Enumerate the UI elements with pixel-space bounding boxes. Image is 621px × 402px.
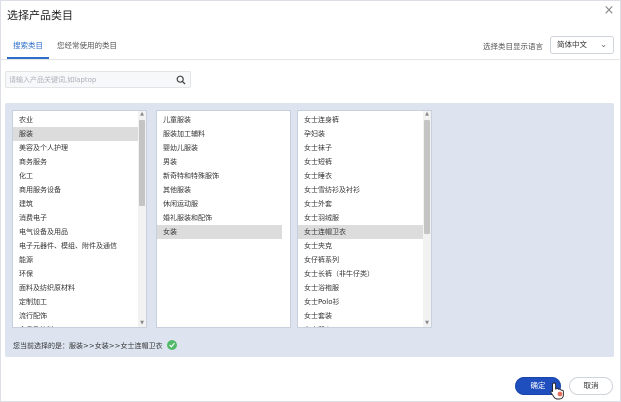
list-item[interactable]: 建筑 <box>13 197 138 211</box>
tab-bar: 搜索类目 您经常使用的类目 <box>7 39 125 59</box>
category-dialog: 选择产品类目 × 搜索类目 您经常使用的类目 选择类目显示语言 简体中文 ⌄ 农… <box>0 0 621 402</box>
tab-search-category[interactable]: 搜索类目 <box>7 39 49 59</box>
scrollbar[interactable]: ▲ ▼ <box>423 111 431 327</box>
list-item[interactable]: 电气设备及用品 <box>13 225 138 239</box>
list-item[interactable]: 女士连帽卫衣 <box>298 225 423 239</box>
list-item[interactable]: 新奇特和特殊服饰 <box>157 169 282 183</box>
list-item[interactable]: 女士连身裤 <box>298 113 423 127</box>
search-box <box>5 71 191 88</box>
list-item[interactable]: 孕妇装 <box>298 127 423 141</box>
list-item[interactable]: 消费电子 <box>13 211 138 225</box>
language-select[interactable]: 简体中文 ⌄ <box>550 36 614 54</box>
list-item[interactable]: 女士雪纺衫及衬衫 <box>298 183 423 197</box>
list-item[interactable]: 流行配饰 <box>13 309 138 323</box>
list-item[interactable]: 女士睡衣 <box>298 169 423 183</box>
scrollbar[interactable]: ▲ ▼ <box>138 111 146 327</box>
list-item[interactable]: 女士套装 <box>298 309 423 323</box>
scroll-thumb[interactable] <box>139 120 145 206</box>
list-item[interactable]: 定制加工 <box>13 295 138 309</box>
list-item[interactable]: 女士夹克 <box>298 239 423 253</box>
category-items-level2: 儿童服装 服装加工辅料 婴幼儿服装 男装 新奇特和特殊服饰 其他服装 休闲运动服 婚礼服装和配… <box>157 111 290 239</box>
category-list-level1[interactable]: 农业 服装 美容及个人护理 商务服务 化工 商用服务设备 建筑 消费电子 电气设备及用品 电子元器… <box>12 110 147 328</box>
list-item[interactable]: 休闲运动服 <box>157 197 282 211</box>
current-selection-path: 服装>>女装>>女士连帽卫衣 <box>69 342 163 350</box>
list-item[interactable]: 面料及纺织原材料 <box>13 281 138 295</box>
scroll-up-icon[interactable]: ▲ <box>138 111 146 118</box>
list-item[interactable]: 农业 <box>13 113 138 127</box>
list-item[interactable]: 其他服装 <box>157 183 282 197</box>
list-item[interactable]: 能源 <box>13 253 138 267</box>
search-icon[interactable] <box>176 75 186 85</box>
current-selection-label: 您当前选择的是： <box>13 342 69 350</box>
list-item[interactable]: 女仔裤系列 <box>298 253 423 267</box>
close-icon[interactable]: × <box>602 4 616 18</box>
list-item[interactable]: 儿童服装 <box>157 113 282 127</box>
category-list-level3[interactable]: 女士连身裤 孕妇装 女士袜子 女士短裤 女士睡衣 女士雪纺衫及衬衫 女士外套 女士羽绒服 女士连… <box>297 110 432 328</box>
list-item[interactable]: 美容及个人护理 <box>13 141 138 155</box>
list-item[interactable]: 女士背心 <box>298 323 423 327</box>
check-circle-icon <box>166 340 177 350</box>
search-input[interactable] <box>6 72 174 87</box>
list-item[interactable]: 婴幼儿服装 <box>157 141 282 155</box>
tab-divider <box>1 59 621 60</box>
dialog-title: 选择产品类目 <box>7 9 73 22</box>
list-item[interactable]: 女士浴袍服 <box>298 281 423 295</box>
list-item[interactable]: 化工 <box>13 169 138 183</box>
list-item[interactable]: 女士Polo衫 <box>298 295 423 309</box>
category-items-level1: 农业 服装 美容及个人护理 商务服务 化工 商用服务设备 建筑 消费电子 电气设备及用品 电子元器… <box>13 111 146 327</box>
tab-frequent-categories[interactable]: 您经常使用的类目 <box>51 39 123 59</box>
category-list-level2[interactable]: 儿童服装 服装加工辅料 婴幼儿服装 男装 新奇特和特殊服饰 其他服装 休闲运动服 婚礼服装和配… <box>156 110 291 328</box>
list-item[interactable]: 女士长裤（非牛仔类） <box>298 267 423 281</box>
list-item[interactable]: 女士短裤 <box>298 155 423 169</box>
list-item[interactable]: 服装 <box>13 127 138 141</box>
list-item[interactable]: 女士袜子 <box>298 141 423 155</box>
scroll-down-icon[interactable]: ▼ <box>138 320 146 327</box>
scroll-down-icon[interactable]: ▼ <box>423 320 431 327</box>
current-selection: 您当前选择的是：服装>>女装>>女士连帽卫衣 <box>13 340 177 351</box>
list-item[interactable]: 商用服务设备 <box>13 183 138 197</box>
list-item[interactable]: 男装 <box>157 155 282 169</box>
list-item[interactable]: 商务服务 <box>13 155 138 169</box>
hand-pointer-icon <box>550 382 564 400</box>
chevron-down-icon: ⌄ <box>600 40 607 49</box>
list-item[interactable]: 环保 <box>13 267 138 281</box>
category-items-level3: 女士连身裤 孕妇装 女士袜子 女士短裤 女士睡衣 女士雪纺衫及衬衫 女士外套 女士羽绒服 女士连… <box>298 111 431 327</box>
list-item[interactable]: 食品及饮料 <box>13 323 138 327</box>
list-item[interactable]: 女士外套 <box>298 197 423 211</box>
list-item[interactable]: 女装 <box>157 225 282 239</box>
category-panel: 农业 服装 美容及个人护理 商务服务 化工 商用服务设备 建筑 消费电子 电气设备及用品 电子元器… <box>5 103 614 357</box>
scroll-thumb[interactable] <box>424 120 430 234</box>
list-item[interactable]: 电子元器件、模组、附件及通信 <box>13 239 138 253</box>
cancel-button[interactable]: 取消 <box>569 377 613 395</box>
language-selected-value: 简体中文 <box>557 40 587 49</box>
list-item[interactable]: 女士羽绒服 <box>298 211 423 225</box>
language-label: 选择类目显示语言 <box>483 42 543 51</box>
list-item[interactable]: 婚礼服装和配饰 <box>157 211 282 225</box>
list-item[interactable]: 服装加工辅料 <box>157 127 282 141</box>
scroll-up-icon[interactable]: ▲ <box>423 111 431 118</box>
